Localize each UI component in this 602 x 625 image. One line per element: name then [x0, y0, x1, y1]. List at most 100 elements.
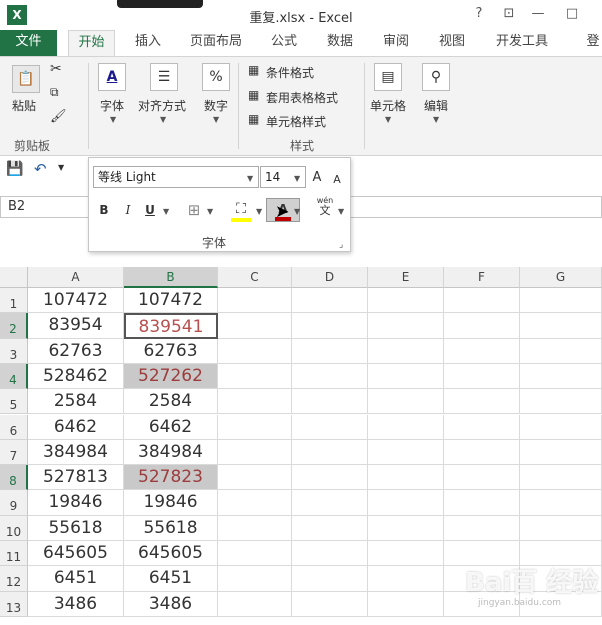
cell-a10[interactable]: 55618 — [28, 515, 124, 541]
tab-developer[interactable]: 开发工具 — [490, 30, 554, 56]
empty-cell[interactable] — [368, 363, 444, 390]
sign-in-link[interactable]: 登 — [584, 30, 602, 56]
italic-button[interactable]: I — [120, 200, 136, 220]
empty-cell[interactable] — [368, 566, 444, 592]
empty-cell[interactable] — [520, 313, 602, 339]
tab-file[interactable]: 文件 — [0, 30, 57, 56]
column-header-f[interactable]: F — [444, 267, 520, 288]
empty-cell[interactable] — [520, 439, 602, 466]
empty-cell[interactable] — [218, 591, 292, 617]
empty-cell[interactable] — [292, 363, 368, 390]
empty-cell[interactable] — [292, 465, 368, 491]
cell-b9[interactable]: 19846 — [124, 490, 218, 516]
column-header-c[interactable]: C — [218, 267, 292, 288]
cell-b13[interactable]: 3486 — [124, 591, 218, 617]
empty-cell[interactable] — [218, 288, 292, 314]
empty-cell[interactable] — [368, 414, 444, 440]
grow-font-button[interactable]: A — [309, 168, 325, 188]
underline-button[interactable]: U — [142, 200, 158, 220]
empty-cell[interactable] — [292, 313, 368, 339]
empty-cell[interactable] — [218, 313, 292, 339]
maximize-button[interactable]: □ — [562, 6, 582, 21]
row-header[interactable]: 12 — [0, 566, 28, 592]
cells-icon[interactable]: ▤ — [374, 63, 402, 91]
cell-b6[interactable]: 6462 — [124, 414, 218, 440]
column-header-e[interactable]: E — [368, 267, 444, 288]
row-header[interactable]: 6 — [0, 414, 28, 440]
empty-cell[interactable] — [520, 288, 602, 314]
empty-cell[interactable] — [368, 591, 444, 617]
row-header[interactable]: 8 — [0, 465, 28, 491]
cell-b10[interactable]: 55618 — [124, 515, 218, 541]
row-header[interactable]: 5 — [0, 389, 28, 415]
font-icon[interactable]: A — [98, 63, 126, 91]
cut-icon[interactable]: ✂ — [50, 61, 62, 77]
empty-cell[interactable] — [444, 414, 520, 440]
cell-a8[interactable]: 527813 — [28, 465, 124, 491]
empty-cell[interactable] — [520, 389, 602, 415]
binoculars-icon[interactable]: ⚲ — [422, 63, 450, 91]
empty-cell[interactable] — [368, 338, 444, 364]
empty-cell[interactable] — [444, 490, 520, 516]
empty-cell[interactable] — [218, 363, 292, 390]
chevron-down-icon[interactable]: ▼ — [58, 163, 64, 172]
cell-a13[interactable]: 3486 — [28, 591, 124, 617]
empty-cell[interactable] — [218, 439, 292, 466]
cell-a12[interactable]: 6451 — [28, 566, 124, 592]
empty-cell[interactable] — [520, 338, 602, 364]
empty-cell[interactable] — [444, 338, 520, 364]
minimize-button[interactable]: — — [528, 6, 548, 21]
cell-b7[interactable]: 384984 — [124, 439, 218, 466]
row-header[interactable]: 1 — [0, 288, 28, 314]
empty-cell[interactable] — [218, 541, 292, 567]
column-header-g[interactable]: G — [520, 267, 602, 288]
cells-button-label[interactable]: 单元格 — [370, 97, 406, 114]
save-icon[interactable]: 💾 — [6, 161, 23, 177]
tab-insert[interactable]: 插入 — [128, 30, 168, 56]
fill-color-icon[interactable]: ⛶ — [231, 200, 251, 222]
row-header[interactable]: 9 — [0, 490, 28, 516]
empty-cell[interactable] — [368, 515, 444, 541]
cell-b8[interactable]: 527823 — [124, 465, 218, 491]
empty-cell[interactable] — [520, 363, 602, 390]
empty-cell[interactable] — [444, 515, 520, 541]
name-box[interactable]: B2 — [0, 196, 92, 218]
empty-cell[interactable] — [368, 288, 444, 314]
empty-cell[interactable] — [292, 566, 368, 592]
align-button-label[interactable]: 对齐方式 — [138, 97, 186, 114]
formula-bar[interactable] — [350, 196, 602, 218]
font-name-select[interactable]: 等线 Light — [93, 166, 259, 188]
column-header-a[interactable]: A — [28, 267, 124, 288]
empty-cell[interactable] — [520, 465, 602, 491]
cell-a7[interactable]: 384984 — [28, 439, 124, 466]
empty-cell[interactable] — [292, 490, 368, 516]
column-header-d[interactable]: D — [292, 267, 368, 288]
cell-a9[interactable]: 19846 — [28, 490, 124, 516]
ribbon-display-button[interactable]: ⊡ — [499, 6, 519, 21]
cell-style-button[interactable]: 单元格样式 — [266, 113, 326, 130]
empty-cell[interactable] — [292, 389, 368, 415]
format-painter-icon[interactable]: 🖌 — [50, 109, 67, 124]
empty-cell[interactable] — [520, 515, 602, 541]
empty-cell[interactable] — [292, 591, 368, 617]
cell-b11[interactable]: 645605 — [124, 541, 218, 567]
copy-icon[interactable]: ⧉ — [50, 85, 59, 100]
cell-a5[interactable]: 2584 — [28, 389, 124, 415]
border-icon[interactable]: ⊞ — [185, 200, 203, 220]
empty-cell[interactable] — [218, 389, 292, 415]
cell-a1[interactable]: 107472 — [28, 288, 124, 314]
tab-data[interactable]: 数据 — [322, 30, 358, 56]
tab-review[interactable]: 审阅 — [378, 30, 414, 56]
tab-page-layout[interactable]: 页面布局 — [185, 30, 247, 56]
empty-cell[interactable] — [368, 541, 444, 567]
cell-a4[interactable]: 528462 — [28, 363, 124, 390]
tab-view[interactable]: 视图 — [434, 30, 470, 56]
empty-cell[interactable] — [218, 490, 292, 516]
empty-cell[interactable] — [218, 566, 292, 592]
empty-cell[interactable] — [292, 414, 368, 440]
empty-cell[interactable] — [444, 465, 520, 491]
phonetic-icon[interactable]: wén 文 — [314, 196, 336, 216]
cell-a11[interactable]: 645605 — [28, 541, 124, 567]
empty-cell[interactable] — [292, 338, 368, 364]
cell-b1[interactable]: 107472 — [124, 288, 218, 314]
